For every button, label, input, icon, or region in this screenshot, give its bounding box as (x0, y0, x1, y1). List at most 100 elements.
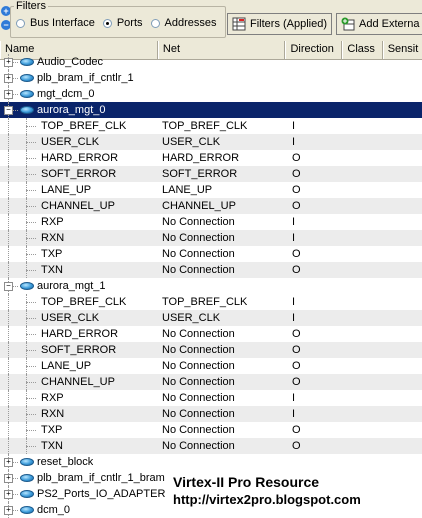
tree-connector (8, 326, 9, 342)
expand-icon[interactable]: + (4, 506, 13, 515)
expand-icon[interactable]: + (4, 490, 13, 499)
port-net[interactable]: No Connection (162, 374, 235, 390)
tree-connector (26, 206, 36, 207)
port-net[interactable]: USER_CLK (162, 134, 220, 150)
component-row[interactable]: + plb_bram_if_cntlr_1 (0, 70, 422, 86)
port-row[interactable]: RXP No Connection I (0, 214, 422, 230)
port-net[interactable]: USER_CLK (162, 310, 220, 326)
port-row[interactable]: USER_CLK USER_CLK I (0, 134, 422, 150)
radio-ports[interactable]: Ports (102, 17, 143, 29)
expand-icon[interactable]: + (4, 74, 13, 83)
collapse-icon[interactable]: − (4, 106, 13, 115)
port-row[interactable]: LANE_UP LANE_UP O (0, 182, 422, 198)
expand-icon[interactable]: + (4, 474, 13, 483)
port-row[interactable]: LANE_UP No Connection O (0, 358, 422, 374)
port-net[interactable]: TOP_BREF_CLK (162, 294, 247, 310)
expand-icon[interactable]: + (4, 58, 13, 67)
filter-table-icon (232, 17, 246, 31)
tree-connector (8, 198, 9, 214)
port-net[interactable]: No Connection (162, 262, 235, 278)
expand-icon[interactable]: + (4, 90, 13, 99)
component-row[interactable]: − aurora_mgt_1 (0, 278, 422, 294)
tree-connector (26, 382, 36, 383)
component-row[interactable]: + Audio_Codec (0, 54, 422, 70)
port-name: USER_CLK (41, 136, 100, 148)
tree-connector (8, 166, 9, 182)
port-net[interactable]: No Connection (162, 342, 235, 358)
port-row[interactable]: RXN No Connection I (0, 230, 422, 246)
collapse-icon[interactable]: − (4, 282, 13, 291)
port-net[interactable]: No Connection (162, 214, 235, 230)
port-net[interactable]: No Connection (162, 422, 235, 438)
port-row[interactable]: USER_CLK USER_CLK I (0, 310, 422, 326)
port-net[interactable]: TOP_BREF_CLK (162, 118, 247, 134)
port-net[interactable]: SOFT_ERROR (162, 166, 237, 182)
filters-applied-button[interactable]: Filters (Applied) (227, 13, 332, 35)
port-name: TXP (41, 424, 63, 436)
port-row[interactable]: TOP_BREF_CLK TOP_BREF_CLK I (0, 294, 422, 310)
radio-label: Addresses (164, 17, 217, 29)
port-direction: I (292, 136, 296, 148)
tree-connector (26, 398, 36, 399)
port-net[interactable]: LANE_UP (162, 182, 212, 198)
port-net[interactable]: No Connection (162, 390, 235, 406)
component-row[interactable]: − aurora_mgt_0 (0, 102, 422, 118)
add-external-button[interactable]: Add Externa (336, 13, 422, 35)
component-icon (20, 458, 34, 466)
filter-radio-group: Bus Interface Ports Addresses (16, 17, 225, 29)
port-row[interactable]: CHANNEL_UP CHANNEL_UP O (0, 198, 422, 214)
port-net[interactable]: No Connection (162, 246, 235, 262)
port-name: SOFT_ERROR (41, 344, 117, 356)
port-direction: O (292, 440, 301, 452)
port-name: TOP_BREF_CLK (41, 296, 127, 308)
port-row[interactable]: TXP No Connection O (0, 246, 422, 262)
tree-connector (8, 230, 9, 246)
port-direction: I (292, 312, 296, 324)
component-name: PS2_Ports_IO_ADAPTER (37, 488, 166, 500)
tree-connector (8, 182, 9, 198)
radio-addresses[interactable]: Addresses (150, 17, 217, 29)
port-row[interactable]: TXN No Connection O (0, 438, 422, 454)
port-name: HARD_ERROR (41, 328, 119, 340)
port-row[interactable]: RXN No Connection I (0, 406, 422, 422)
radio-button-icon[interactable] (150, 18, 160, 28)
expand-icon[interactable]: + (4, 458, 13, 467)
port-row[interactable]: TXN No Connection O (0, 262, 422, 278)
tree-connector (26, 254, 36, 255)
port-net[interactable]: CHANNEL_UP (162, 198, 236, 214)
radio-button-icon[interactable] (102, 18, 112, 28)
tree-connector (26, 238, 36, 239)
tree-connector (26, 158, 36, 159)
radio-bus-interface[interactable]: Bus Interface (16, 17, 95, 29)
port-row[interactable]: RXP No Connection I (0, 390, 422, 406)
port-row[interactable]: CHANNEL_UP No Connection O (0, 374, 422, 390)
port-net[interactable]: No Connection (162, 358, 235, 374)
port-net[interactable]: No Connection (162, 326, 235, 342)
port-direction: O (292, 424, 301, 436)
port-row[interactable]: TOP_BREF_CLK TOP_BREF_CLK I (0, 118, 422, 134)
tree-connector (8, 358, 9, 374)
port-net[interactable]: No Connection (162, 438, 235, 454)
tree-connector (8, 134, 9, 150)
component-name: aurora_mgt_1 (37, 280, 106, 292)
component-icon (20, 506, 34, 514)
port-row[interactable]: HARD_ERROR HARD_ERROR O (0, 150, 422, 166)
radio-button-icon[interactable] (16, 18, 25, 28)
port-row[interactable]: SOFT_ERROR SOFT_ERROR O (0, 166, 422, 182)
component-icon (20, 90, 34, 98)
tree-connector (8, 294, 9, 310)
component-row[interactable]: + reset_block (0, 454, 422, 470)
port-direction: I (292, 120, 296, 132)
port-net[interactable]: No Connection (162, 406, 235, 422)
port-row[interactable]: TXP No Connection O (0, 422, 422, 438)
port-row[interactable]: HARD_ERROR No Connection O (0, 326, 422, 342)
port-name: RXP (41, 216, 64, 228)
port-row[interactable]: SOFT_ERROR No Connection O (0, 342, 422, 358)
port-net[interactable]: No Connection (162, 230, 235, 246)
port-direction: O (292, 184, 301, 196)
watermark-title: Virtex-II Pro Resource (173, 474, 320, 490)
port-net[interactable]: HARD_ERROR (162, 150, 239, 166)
component-row[interactable]: + mgt_dcm_0 (0, 86, 422, 102)
component-name: plb_bram_if_cntlr_1 (37, 72, 134, 84)
port-name: LANE_UP (41, 184, 92, 196)
